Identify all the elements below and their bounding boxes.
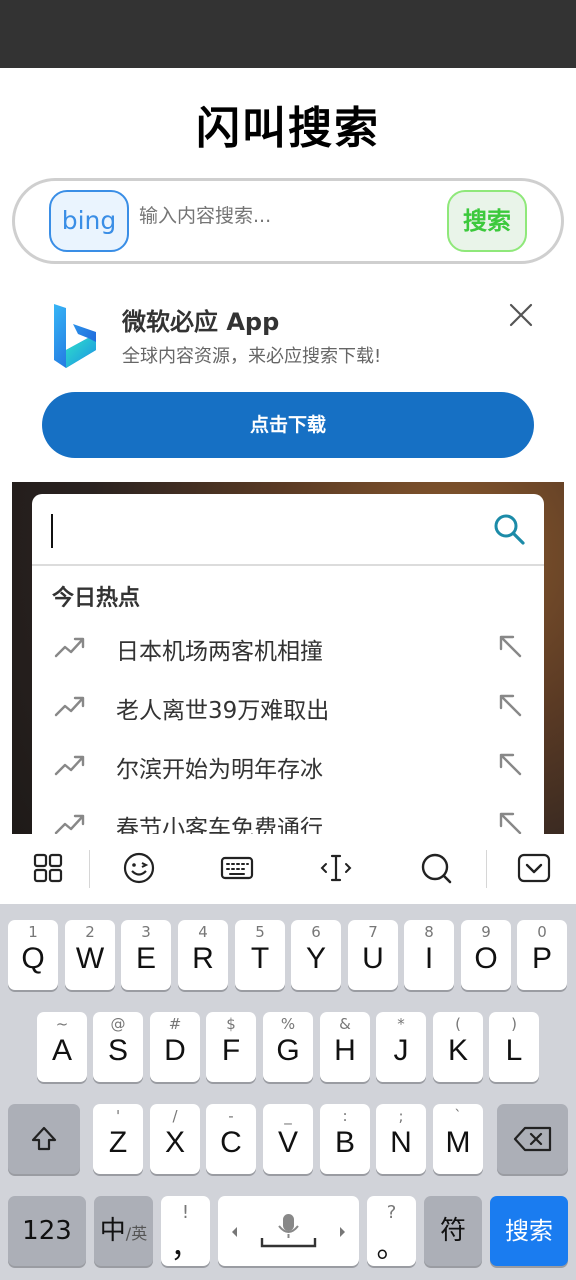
key-w[interactable]: 2W [65, 920, 115, 990]
key-i[interactable]: 8I [404, 920, 454, 990]
key-u[interactable]: 7U [348, 920, 398, 990]
download-button[interactable]: 点击下载 [42, 392, 534, 458]
key-c[interactable]: -C [206, 1104, 256, 1174]
banner-title: 微软必应 App [122, 308, 280, 336]
backspace-key[interactable] [497, 1104, 568, 1174]
key-h[interactable]: & H [320, 1012, 370, 1082]
collapse-keyboard-icon[interactable] [516, 850, 552, 886]
emoji-icon[interactable] [121, 850, 157, 886]
key-z[interactable]: ' Z [93, 1104, 143, 1174]
key-r[interactable]: 4R [178, 920, 228, 990]
fill-arrow-icon[interactable] [496, 632, 524, 660]
text-caret [51, 514, 53, 548]
close-icon[interactable] [508, 302, 534, 328]
hot-topic-label: 春节小客车免费通行 [116, 816, 323, 834]
trending-icon [54, 755, 85, 776]
key-q[interactable]: 1Q [8, 920, 58, 990]
engine-selector-button[interactable]: bing [49, 190, 129, 252]
space-key[interactable] [218, 1196, 359, 1266]
fill-arrow-icon[interactable] [496, 809, 524, 834]
comma-key[interactable]: ! ， [161, 1196, 210, 1266]
shift-key[interactable] [8, 1104, 80, 1174]
banner-subtitle: 全球内容资源，来必应搜索下载! [122, 346, 382, 367]
key-m[interactable]: ` M [433, 1104, 483, 1174]
period-key[interactable]: ? 。 [367, 1196, 416, 1266]
symbols-key[interactable]: 符 [424, 1196, 482, 1266]
app-download-banner: 微软必应 App 全球内容资源，来必应搜索下载! 点击下载 [12, 276, 564, 478]
search-input[interactable] [139, 205, 439, 227]
key-j[interactable]: * J [376, 1012, 426, 1082]
hot-topic-item[interactable]: 日本机场两客机相撞 [32, 620, 544, 679]
key-v[interactable]: _ V [263, 1104, 313, 1174]
key-o[interactable]: 9O [461, 920, 511, 990]
numbers-key[interactable]: 123 [8, 1196, 86, 1266]
key-d[interactable]: # D [150, 1012, 200, 1082]
language-switch-key[interactable]: 中/英 [94, 1196, 153, 1266]
key-n[interactable]: ; N [376, 1104, 426, 1174]
key-l[interactable]: ) L [489, 1012, 539, 1082]
bing-logo-icon [54, 304, 96, 368]
search-icon[interactable] [418, 850, 454, 886]
hot-topic-label: 日本机场两客机相撞 [116, 639, 323, 665]
fill-arrow-icon[interactable] [496, 691, 524, 719]
key-p[interactable]: 0P [517, 920, 567, 990]
app-title: 闪叫搜索 [196, 103, 380, 154]
ime-toolbar [0, 834, 576, 904]
key-f[interactable]: $ F [206, 1012, 256, 1082]
keyboard: 1Q 2W 3E 4R 5T 6Y 7U 8I 9O 0P ~ A @ S # D $… [0, 904, 576, 1280]
hot-topic-label: 尔滨开始为明年存冰 [116, 757, 323, 783]
key-a[interactable]: ~ A [37, 1012, 87, 1082]
search-enter-key[interactable]: 搜索 [490, 1196, 568, 1266]
key-e[interactable]: 3E [121, 920, 171, 990]
hot-topic-item[interactable]: 尔滨开始为明年存冰 [32, 738, 544, 797]
trending-icon [54, 637, 85, 658]
search-icon[interactable] [492, 512, 526, 546]
backspace-icon [513, 1126, 552, 1152]
status-bar [0, 0, 576, 68]
suggestion-search-field[interactable] [32, 494, 544, 566]
key-t[interactable]: 5T [235, 920, 285, 990]
key-g[interactable]: % G [263, 1012, 313, 1082]
toolbar-divider [89, 850, 90, 888]
hot-topic-item[interactable]: 春节小客车免费通行 [32, 797, 544, 834]
toolbar-divider [486, 850, 487, 888]
hot-topic-label: 老人离世39万难取出 [116, 698, 330, 724]
search-button[interactable]: 搜索 [447, 190, 527, 252]
shift-icon [31, 1126, 57, 1151]
key-b[interactable]: :B [320, 1104, 370, 1174]
key-k[interactable]: (K [433, 1012, 483, 1082]
cursor-move-icon[interactable] [318, 850, 354, 886]
search-box: bing 搜索 [12, 178, 564, 264]
key-y[interactable]: 6Y [291, 920, 341, 990]
hot-topics-title: 今日热点 [52, 586, 141, 611]
keyboard-icon[interactable] [219, 850, 255, 886]
suggestion-panel: 今日热点 日本机场两客机相撞 老人离世39万难取出 尔滨开始为明年存冰 春节小客… [32, 494, 544, 834]
voice-space-icon [232, 1214, 345, 1248]
key-x[interactable]: / X [150, 1104, 200, 1174]
trending-icon [54, 696, 85, 717]
key-s[interactable]: @ S [93, 1012, 143, 1082]
apps-grid-icon[interactable] [30, 850, 66, 886]
trending-icon [54, 814, 85, 834]
hot-topic-item[interactable]: 老人离世39万难取出 [32, 679, 544, 738]
fill-arrow-icon[interactable] [496, 750, 524, 778]
